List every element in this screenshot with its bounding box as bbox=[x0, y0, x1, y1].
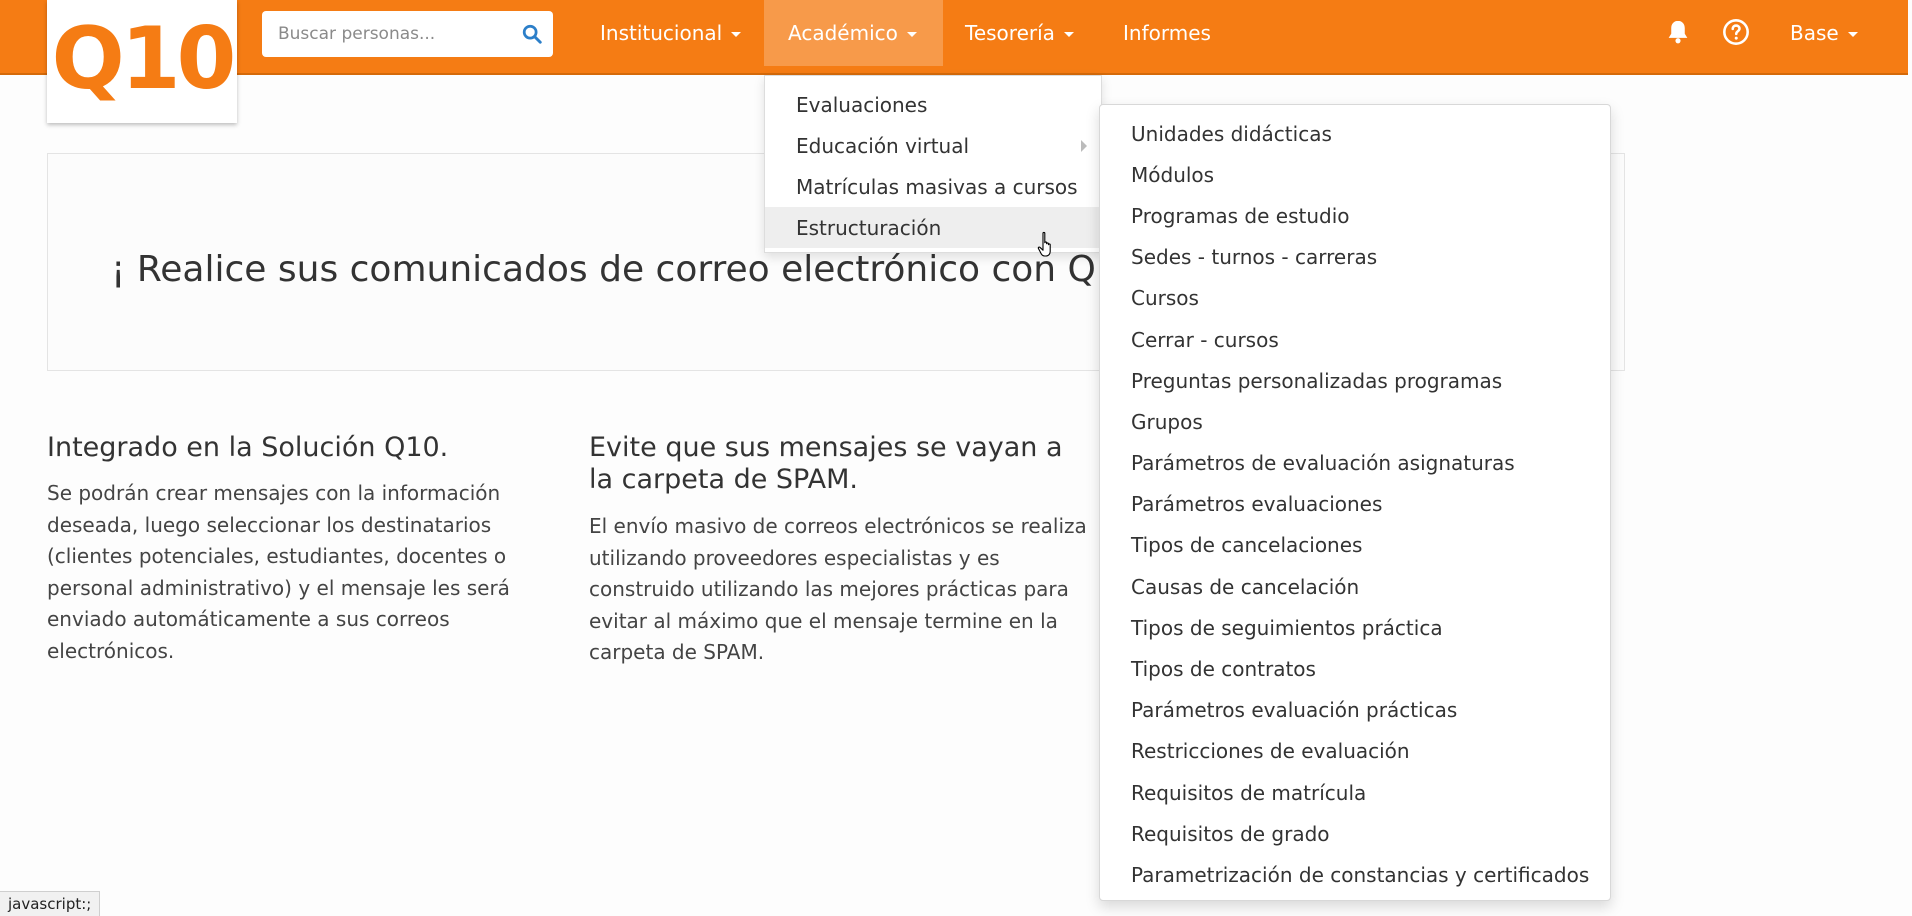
submenu-item[interactable]: Requisitos de matrícula bbox=[1100, 772, 1610, 813]
nav-informes[interactable]: Informes bbox=[1108, 0, 1226, 66]
bell-icon[interactable] bbox=[1664, 18, 1692, 46]
caret-down-icon bbox=[1847, 31, 1858, 37]
search-icon[interactable] bbox=[521, 23, 543, 45]
estructuracion-submenu: Unidades didácticas Módulos Programas de… bbox=[1099, 104, 1611, 901]
submenu-item[interactable]: Parámetros evaluaciones bbox=[1100, 484, 1610, 525]
nav-informes-label: Informes bbox=[1123, 21, 1211, 45]
user-menu-label: Base bbox=[1790, 21, 1839, 45]
status-bar-text: javascript:; bbox=[8, 895, 92, 913]
caret-down-icon bbox=[731, 31, 742, 37]
top-navbar: Institucional Académico Tesorería Inform… bbox=[0, 0, 1908, 75]
banner-text: ¡ Realice sus comunicados de correo elec… bbox=[111, 249, 1168, 290]
logo[interactable]: Q10 bbox=[47, 0, 237, 123]
submenu-item[interactable]: Cursos bbox=[1100, 278, 1610, 319]
submenu-item[interactable]: Causas de cancelación bbox=[1100, 566, 1610, 607]
caret-down-icon bbox=[906, 31, 917, 37]
logo-text: Q10 bbox=[51, 8, 237, 109]
search-input[interactable] bbox=[262, 12, 502, 56]
nav-tesoreria[interactable]: Tesorería bbox=[950, 0, 1089, 66]
feature-body: Se podrán crear mensajes con la informac… bbox=[47, 481, 510, 663]
menu-item-educacion-virtual[interactable]: Educación virtual bbox=[765, 125, 1101, 166]
submenu-item[interactable]: Restricciones de evaluación bbox=[1100, 731, 1610, 772]
submenu-item[interactable]: Sedes - turnos - carreras bbox=[1100, 237, 1610, 278]
menu-item-label: Matrículas masivas a cursos bbox=[796, 174, 1078, 199]
feature-title: Evite que sus mensajes se vayan a la car… bbox=[589, 432, 1063, 495]
nav-tesoreria-label: Tesorería bbox=[965, 21, 1055, 45]
hand-cursor-icon bbox=[1037, 231, 1051, 257]
caret-down-icon bbox=[1063, 31, 1074, 37]
submenu-item[interactable]: Preguntas personalizadas programas bbox=[1100, 360, 1610, 401]
nav-institucional-label: Institucional bbox=[600, 21, 723, 45]
feature-body: El envío masivo de correos electrónicos … bbox=[589, 514, 1087, 664]
help-icon[interactable] bbox=[1722, 18, 1750, 46]
search-box bbox=[262, 11, 553, 57]
menu-item-label: Evaluaciones bbox=[796, 92, 928, 117]
menu-item-label: Estructuración bbox=[796, 215, 942, 240]
nav-institucional[interactable]: Institucional bbox=[584, 0, 757, 66]
submenu-item[interactable]: Parametrización de constancias y certifi… bbox=[1100, 854, 1610, 895]
submenu-item[interactable]: Módulos bbox=[1100, 154, 1610, 195]
status-bar: javascript:; bbox=[0, 891, 101, 916]
submenu-item[interactable]: Parámetros de evaluación asignaturas bbox=[1100, 443, 1610, 484]
menu-item-matriculas-masivas[interactable]: Matrículas masivas a cursos bbox=[765, 166, 1101, 207]
feature-title: Integrado en la Solución Q10. bbox=[47, 432, 449, 463]
user-menu[interactable]: Base bbox=[1775, 0, 1873, 66]
submenu-item[interactable]: Requisitos de grado bbox=[1100, 813, 1610, 854]
menu-item-label: Educación virtual bbox=[796, 133, 970, 158]
academico-dropdown: Evaluaciones Educación virtual Matrícula… bbox=[764, 75, 1102, 253]
nav-academico[interactable]: Académico bbox=[764, 0, 943, 66]
submenu-item[interactable]: Grupos bbox=[1100, 401, 1610, 442]
submenu-item[interactable]: Cerrar - cursos bbox=[1100, 319, 1610, 360]
submenu-item[interactable]: Tipos de contratos bbox=[1100, 648, 1610, 689]
menu-item-evaluaciones[interactable]: Evaluaciones bbox=[765, 84, 1101, 125]
nav-academico-label: Académico bbox=[788, 21, 898, 45]
submenu-item[interactable]: Tipos de cancelaciones bbox=[1100, 525, 1610, 566]
submenu-item[interactable]: Parámetros evaluación prácticas bbox=[1100, 690, 1610, 731]
submenu-item[interactable]: Unidades didácticas bbox=[1100, 113, 1610, 154]
submenu-item[interactable]: Programas de estudio bbox=[1100, 195, 1610, 236]
chevron-right-icon bbox=[1081, 140, 1087, 152]
submenu-item[interactable]: Tipos de seguimientos práctica bbox=[1100, 607, 1610, 648]
